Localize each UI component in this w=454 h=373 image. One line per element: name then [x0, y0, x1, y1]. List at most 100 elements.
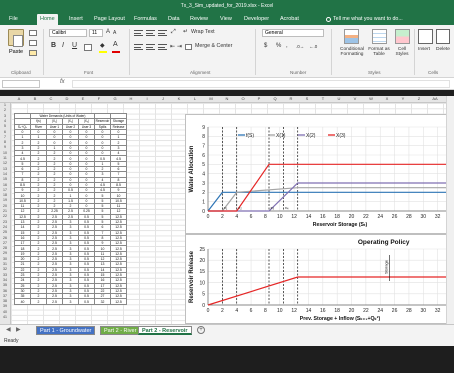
column-header[interactable]: K [171, 96, 187, 101]
row-header[interactable]: 39 [0, 304, 10, 308]
water-allocation-chart[interactable]: 0123456789024681012141618202224262830323… [185, 114, 454, 234]
cut-icon[interactable] [29, 30, 37, 36]
row-header[interactable]: 28 [0, 246, 10, 250]
column-header[interactable]: H [123, 96, 139, 101]
row-header[interactable]: 19 [0, 198, 10, 202]
font-color-icon[interactable]: A [113, 41, 118, 48]
row-header[interactable]: 11 [0, 156, 10, 160]
column-header[interactable]: J [155, 96, 171, 101]
delete-cells-button[interactable]: Delete [436, 47, 450, 52]
row-header[interactable]: 8 [0, 140, 10, 144]
decrease-font-icon[interactable]: A [113, 30, 116, 36]
row-header[interactable]: 5 [0, 124, 10, 128]
column-header[interactable]: P [251, 96, 267, 101]
row-header[interactable]: 12 [0, 161, 10, 165]
format-painter-icon[interactable] [29, 50, 37, 56]
ribbon-tab-view[interactable]: View [217, 14, 235, 25]
increase-decimal-icon[interactable]: .0→ [296, 44, 304, 49]
row-header[interactable]: 27 [0, 241, 10, 245]
column-header[interactable]: V [347, 96, 363, 101]
row-header[interactable]: 6 [0, 130, 10, 134]
merge-center-button[interactable]: Merge & Center [195, 43, 232, 49]
table-cell[interactable]: 2.5 [46, 298, 63, 305]
increase-font-icon[interactable]: A [106, 29, 110, 35]
number-format-select[interactable]: General [262, 29, 324, 37]
insert-cells-button[interactable]: Insert [418, 47, 430, 52]
align-center-icon[interactable] [146, 44, 155, 50]
column-header[interactable]: S [299, 96, 315, 101]
column-header[interactable]: Q [267, 96, 283, 101]
row-header[interactable]: 23 [0, 220, 10, 224]
column-header[interactable]: B [27, 96, 43, 101]
row-header[interactable]: 15 [0, 177, 10, 181]
operating-policy-chart[interactable]: 0510152025024681012141618202224262830323… [185, 234, 454, 324]
table-cell[interactable]: Release [110, 123, 127, 130]
fill-color-icon[interactable]: ◆ [100, 42, 105, 49]
row-header[interactable]: 22 [0, 214, 10, 218]
insert-cells-icon[interactable] [418, 29, 433, 44]
delete-cells-icon[interactable] [436, 29, 450, 44]
column-header[interactable]: Z [411, 96, 427, 101]
column-header[interactable]: X [379, 96, 395, 101]
row-header[interactable]: 41 [0, 315, 10, 319]
orientation-icon[interactable]: ⤢ [171, 29, 176, 36]
borders-icon[interactable] [84, 44, 92, 51]
prev-sheet-icon[interactable]: ◀ [6, 326, 11, 333]
underline-button[interactable]: U [72, 42, 77, 49]
row-header[interactable]: 40 [0, 310, 10, 314]
increase-indent-icon[interactable]: ⇥ [177, 43, 182, 50]
row-header[interactable]: 13 [0, 167, 10, 171]
column-header[interactable]: D [59, 96, 75, 101]
row-header[interactable]: 29 [0, 251, 10, 255]
row-header[interactable]: 10 [0, 151, 10, 155]
row-header[interactable]: 32 [0, 267, 10, 271]
table-cell[interactable]: 0.5 [78, 298, 95, 305]
align-right-icon[interactable] [158, 44, 167, 50]
font-size-select[interactable]: 11 [89, 29, 103, 37]
column-header[interactable]: C [43, 96, 59, 101]
row-header[interactable]: 35 [0, 283, 10, 287]
conditional-formatting-icon[interactable] [344, 29, 359, 44]
wrap-text-button[interactable]: Wrap Text [191, 29, 215, 35]
align-bottom-icon[interactable] [158, 30, 167, 36]
decrease-indent-icon[interactable]: ⇤ [170, 43, 175, 50]
sheet-tab[interactable]: Part 2 - Reservoir [138, 326, 192, 335]
table-cell[interactable]: Reservoir [94, 118, 111, 125]
ribbon-tab-insert[interactable]: Insert [66, 14, 86, 25]
row-header[interactable]: 3 [0, 114, 10, 118]
column-header[interactable]: M [203, 96, 219, 101]
bold-button[interactable]: B [51, 42, 56, 49]
row-header[interactable]: 1 [0, 103, 10, 107]
row-header[interactable]: 37 [0, 294, 10, 298]
row-header[interactable]: 2 [0, 108, 10, 112]
row-header[interactable]: 9 [0, 145, 10, 149]
vertical-scrollbar[interactable] [446, 96, 454, 324]
row-header[interactable]: 14 [0, 172, 10, 176]
ribbon-tab-formulas[interactable]: Formulas [131, 14, 160, 25]
column-header[interactable]: N [219, 96, 235, 101]
row-header[interactable]: 38 [0, 299, 10, 303]
column-header[interactable]: L [187, 96, 203, 101]
row-header[interactable]: 24 [0, 225, 10, 229]
format-as-table-icon[interactable] [372, 29, 387, 44]
column-header[interactable]: W [363, 96, 379, 101]
cell-styles-icon[interactable] [395, 29, 410, 44]
row-header[interactable]: 31 [0, 262, 10, 266]
column-header[interactable]: E [75, 96, 91, 101]
italic-button[interactable]: I [62, 42, 64, 49]
row-header[interactable]: 36 [0, 289, 10, 293]
add-sheet-button[interactable]: + [197, 326, 205, 334]
align-left-icon[interactable] [134, 44, 143, 50]
decrease-decimal-icon[interactable]: ←.0 [309, 44, 317, 49]
conditional-formatting-button[interactable]: Conditional Formatting [334, 47, 370, 57]
tell-me-search[interactable]: Tell me what you want to do... [333, 14, 403, 25]
sheet-tab[interactable]: Part 2 - River [100, 326, 141, 335]
row-header[interactable]: 7 [0, 135, 10, 139]
row-header[interactable]: 30 [0, 257, 10, 261]
row-header[interactable]: 4 [0, 119, 10, 123]
formula-input[interactable] [72, 80, 450, 88]
row-header[interactable]: 20 [0, 204, 10, 208]
row-header[interactable]: 26 [0, 236, 10, 240]
column-header[interactable]: O [235, 96, 251, 101]
ribbon-tab-page-layout[interactable]: Page Layout [91, 14, 128, 25]
